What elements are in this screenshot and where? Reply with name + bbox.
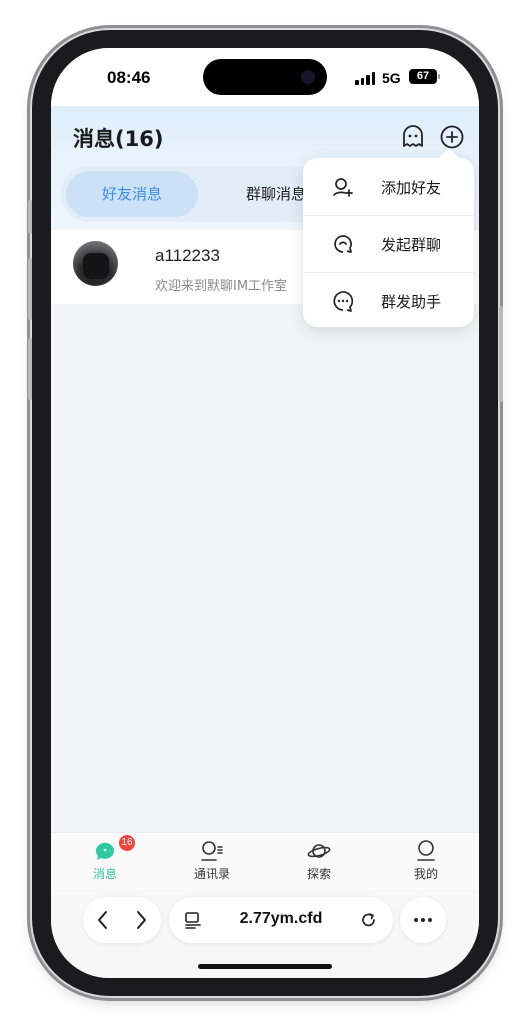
tabbar-label-explore: 探索: [306, 867, 331, 881]
volume-down-button: [28, 338, 32, 400]
menu-item-add-friend[interactable]: 添加好友: [303, 159, 474, 215]
tab-friend-messages[interactable]: 好友消息: [66, 171, 198, 217]
more-icon: [414, 918, 432, 922]
action-button: [28, 200, 32, 234]
menu-item-broadcast[interactable]: 群发助手: [303, 273, 474, 329]
status-time: 08:46: [107, 68, 151, 87]
nav-buttons: [83, 897, 161, 943]
network-type: 5G: [382, 70, 401, 86]
broadcast-icon: [333, 291, 354, 312]
tabbar-item-messages[interactable]: 16 消息: [65, 833, 145, 889]
ghost-icon[interactable]: [400, 124, 426, 150]
back-button[interactable]: [83, 897, 122, 943]
menu-label-start-group: 发起群聊: [381, 236, 442, 254]
message-icon: [95, 842, 114, 860]
status-bar: 08:46 5G 67: [51, 48, 479, 106]
battery-tip: [438, 74, 440, 79]
volume-up-button: [28, 258, 32, 320]
group-chat-icon: [334, 235, 352, 253]
tabbar-label-messages: 消息: [92, 867, 117, 881]
chat-preview: 欢迎来到默聊IM工作室: [155, 279, 288, 294]
forward-button[interactable]: [122, 897, 161, 943]
camera-icon: [301, 70, 315, 84]
add-friend-icon: [333, 178, 353, 197]
bottom-tabbar: 16 消息 通讯录 探索 我的: [51, 832, 479, 889]
planet-icon: [307, 844, 331, 858]
menu-item-start-group[interactable]: 发起群聊: [303, 216, 474, 272]
chat-name: a112233: [155, 246, 220, 265]
address-bar[interactable]: 2.77ym.cfd: [169, 897, 393, 943]
add-menu: 添加好友 发起群聊 群发助手: [303, 148, 474, 329]
unread-badge: 16: [119, 835, 135, 851]
avatar: [73, 241, 118, 286]
menu-label-broadcast: 群发助手: [381, 293, 442, 311]
power-button: [499, 306, 503, 402]
signal-icon: [355, 72, 377, 85]
more-button[interactable]: [400, 897, 446, 943]
reload-icon[interactable]: [359, 910, 379, 930]
tabbar-item-explore[interactable]: 探索: [279, 833, 359, 889]
tabbar-item-contacts[interactable]: 通讯录: [172, 833, 252, 889]
profile-icon: [417, 840, 435, 861]
chevron-right-icon: [137, 911, 146, 929]
page-title: 消息(16): [73, 127, 164, 151]
home-indicator: [198, 964, 332, 969]
tabbar-label-contacts: 通讯录: [193, 867, 230, 881]
screen: 08:46 5G 67 消息(16) 好友消息 群聊消息 a112233 欢迎来…: [51, 48, 479, 978]
battery-level: 67: [416, 70, 430, 82]
dynamic-island: [203, 59, 327, 95]
menu-label-add-friend: 添加好友: [381, 179, 442, 197]
chevron-left-icon: [98, 911, 107, 929]
tabbar-item-me[interactable]: 我的: [386, 833, 466, 889]
tabbar-label-me: 我的: [413, 867, 438, 881]
battery-icon: 67: [409, 69, 437, 84]
contacts-icon: [201, 841, 223, 861]
add-circle-icon[interactable]: [439, 124, 465, 150]
